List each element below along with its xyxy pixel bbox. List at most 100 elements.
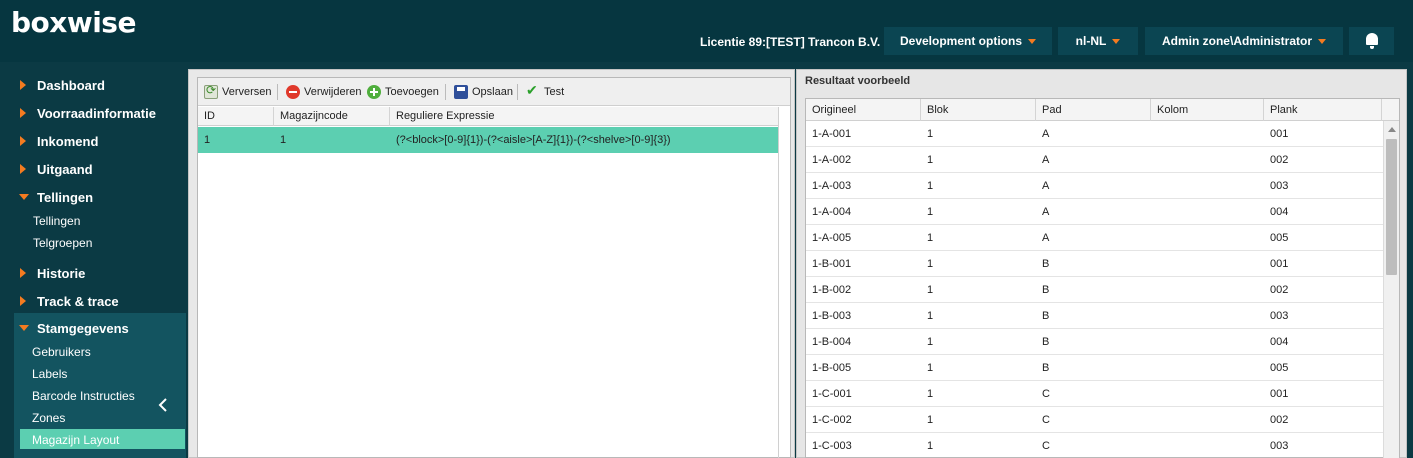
sidebar-subitem-barcode-instructies[interactable]: Barcode Instructies <box>32 389 135 403</box>
checkmark-icon <box>526 82 540 99</box>
cell-plank: 004 <box>1270 206 1289 218</box>
cell-blok: 1 <box>927 362 934 374</box>
development-options-button[interactable]: Development options <box>884 27 1052 55</box>
sidebar-item-label: Voorraadinformatie <box>37 105 156 121</box>
sidebar-subitem-gebruikers[interactable]: Gebruikers <box>32 345 91 359</box>
cell-origineel: 1-B-001 <box>812 258 852 270</box>
table-row[interactable]: 1-B-001 1 B 001 <box>806 251 1383 277</box>
cell-blok: 1 <box>927 388 934 400</box>
table-row[interactable]: 1-B-003 1 B 003 <box>806 303 1383 329</box>
column-header-magazijncode[interactable]: Magazijncode <box>274 107 390 126</box>
cell-pad: B <box>1042 258 1050 270</box>
sidebar-item-dashboard[interactable]: Dashboard <box>0 71 186 99</box>
column-header-blok[interactable]: Blok <box>921 99 1036 121</box>
table-row[interactable]: 1-C-001 1 C 001 <box>806 381 1383 407</box>
cell-reguliere-expressie: (?<block>[0-9]{1})-(?<aisle>[A-Z]{1})-(?… <box>396 134 671 146</box>
notifications-button[interactable] <box>1349 27 1394 55</box>
sidebar-item-tellingen[interactable]: Tellingen <box>0 183 186 211</box>
column-header-kolom[interactable]: Kolom <box>1151 99 1264 121</box>
table-row[interactable]: 1-A-005 1 A 005 <box>806 225 1383 251</box>
sidebar-item-stamgegevens[interactable]: Stamgegevens <box>0 314 186 342</box>
regex-grid-header: ID Magazijncode Reguliere Expressie <box>198 107 778 126</box>
cell-blok: 1 <box>927 128 934 140</box>
sidebar-subitem-telgroepen[interactable]: Telgroepen <box>33 236 92 250</box>
cell-plank: 001 <box>1270 388 1289 400</box>
column-header-id[interactable]: ID <box>198 107 274 126</box>
cell-pad: B <box>1042 336 1050 348</box>
result-grid-header: Origineel Blok Pad Kolom Plank <box>806 99 1399 121</box>
scrollbar-thumb[interactable] <box>1386 139 1397 275</box>
app-logo[interactable]: boxwise <box>11 6 136 39</box>
table-row[interactable]: 1-C-002 1 C 002 <box>806 407 1383 433</box>
cell-kolom <box>1151 303 1264 329</box>
chevron-left-icon[interactable] <box>157 397 169 413</box>
cell-kolom <box>1151 355 1264 381</box>
cell-kolom <box>1151 433 1264 458</box>
grid-divider <box>778 107 779 458</box>
table-row[interactable]: 1-B-004 1 B 004 <box>806 329 1383 355</box>
cell-kolom <box>1151 173 1264 199</box>
table-row[interactable]: 1-A-002 1 A 002 <box>806 147 1383 173</box>
refresh-icon <box>204 83 218 99</box>
cell-pad: C <box>1042 388 1050 400</box>
table-row[interactable]: 1-A-001 1 A 001 <box>806 121 1383 147</box>
caret-down-icon <box>1028 38 1036 44</box>
cell-pad: C <box>1042 414 1050 426</box>
expand-arrow-icon <box>20 164 26 174</box>
top-header: boxwise Licentie 89:[TEST] Trancon B.V. … <box>0 0 1413 62</box>
vertical-scrollbar[interactable] <box>1383 121 1399 458</box>
sidebar-item-voorraadinformatie[interactable]: Voorraadinformatie <box>0 99 186 127</box>
sidebar-subitem-tellingen[interactable]: Tellingen <box>33 214 80 228</box>
cell-kolom <box>1151 329 1264 355</box>
cell-blok: 1 <box>927 336 934 348</box>
caret-down-icon <box>1318 38 1326 44</box>
sidebar-item-label: Tellingen <box>37 189 94 205</box>
sidebar-item-track-trace[interactable]: Track & trace <box>0 287 186 315</box>
save-button[interactable]: Opslaan <box>454 84 513 100</box>
cell-plank: 004 <box>1270 336 1289 348</box>
save-icon <box>454 85 468 99</box>
scroll-up-arrow-icon[interactable] <box>1388 127 1396 132</box>
table-row[interactable]: 1-B-005 1 B 005 <box>806 355 1383 381</box>
table-row[interactable]: 1-A-004 1 A 004 <box>806 199 1383 225</box>
sidebar-item-historie[interactable]: Historie <box>0 259 186 287</box>
add-label: Toevoegen <box>385 86 439 98</box>
sidebar: Dashboard Voorraadinformatie Inkomend Ui… <box>0 62 186 458</box>
sidebar-item-label: Inkomend <box>37 133 99 149</box>
user-label: Admin zone\Administrator <box>1161 34 1312 48</box>
sidebar-item-inkomend[interactable]: Inkomend <box>0 127 186 155</box>
cell-plank: 002 <box>1270 284 1289 296</box>
sidebar-subitem-magazijn-layout[interactable]: Magazijn Layout <box>32 433 119 447</box>
test-label: Test <box>544 86 565 98</box>
cell-blok: 1 <box>927 206 934 218</box>
table-row[interactable]: 1-B-002 1 B 002 <box>806 277 1383 303</box>
table-row[interactable]: 1-C-003 1 C 003 <box>806 433 1383 458</box>
cell-kolom <box>1151 381 1264 407</box>
delete-button[interactable]: Verwijderen <box>286 84 361 100</box>
sidebar-item-label: Dashboard <box>37 77 105 93</box>
sidebar-item-uitgaand[interactable]: Uitgaand <box>0 155 186 183</box>
column-header-reguliere-expressie[interactable]: Reguliere Expressie <box>390 107 778 126</box>
cell-pad: A <box>1042 206 1050 218</box>
sidebar-subitem-labels[interactable]: Labels <box>32 367 67 381</box>
cell-blok: 1 <box>927 154 934 166</box>
expand-arrow-icon <box>20 296 26 306</box>
table-row[interactable]: 1-A-003 1 A 003 <box>806 173 1383 199</box>
add-button[interactable]: Toevoegen <box>367 84 439 100</box>
cell-plank: 003 <box>1270 440 1289 452</box>
column-header-pad[interactable]: Pad <box>1036 99 1151 121</box>
cell-blok: 1 <box>927 232 934 244</box>
test-button[interactable]: Test <box>526 82 565 100</box>
sidebar-subitem-zones[interactable]: Zones <box>32 411 65 425</box>
user-menu-button[interactable]: Admin zone\Administrator <box>1145 27 1343 55</box>
delete-label: Verwijderen <box>304 86 362 98</box>
language-button[interactable]: nl-NL <box>1058 27 1138 55</box>
cell-pad: A <box>1042 180 1050 192</box>
cell-kolom <box>1151 277 1264 303</box>
refresh-button[interactable]: Verversen <box>204 83 272 100</box>
column-header-plank[interactable]: Plank <box>1264 99 1382 121</box>
table-row[interactable]: 1 1 (?<block>[0-9]{1})-(?<aisle>[A-Z]{1}… <box>198 127 778 153</box>
cell-origineel: 1-C-003 <box>812 440 852 452</box>
column-header-origineel[interactable]: Origineel <box>806 99 921 121</box>
toolbar-separator <box>517 84 518 100</box>
